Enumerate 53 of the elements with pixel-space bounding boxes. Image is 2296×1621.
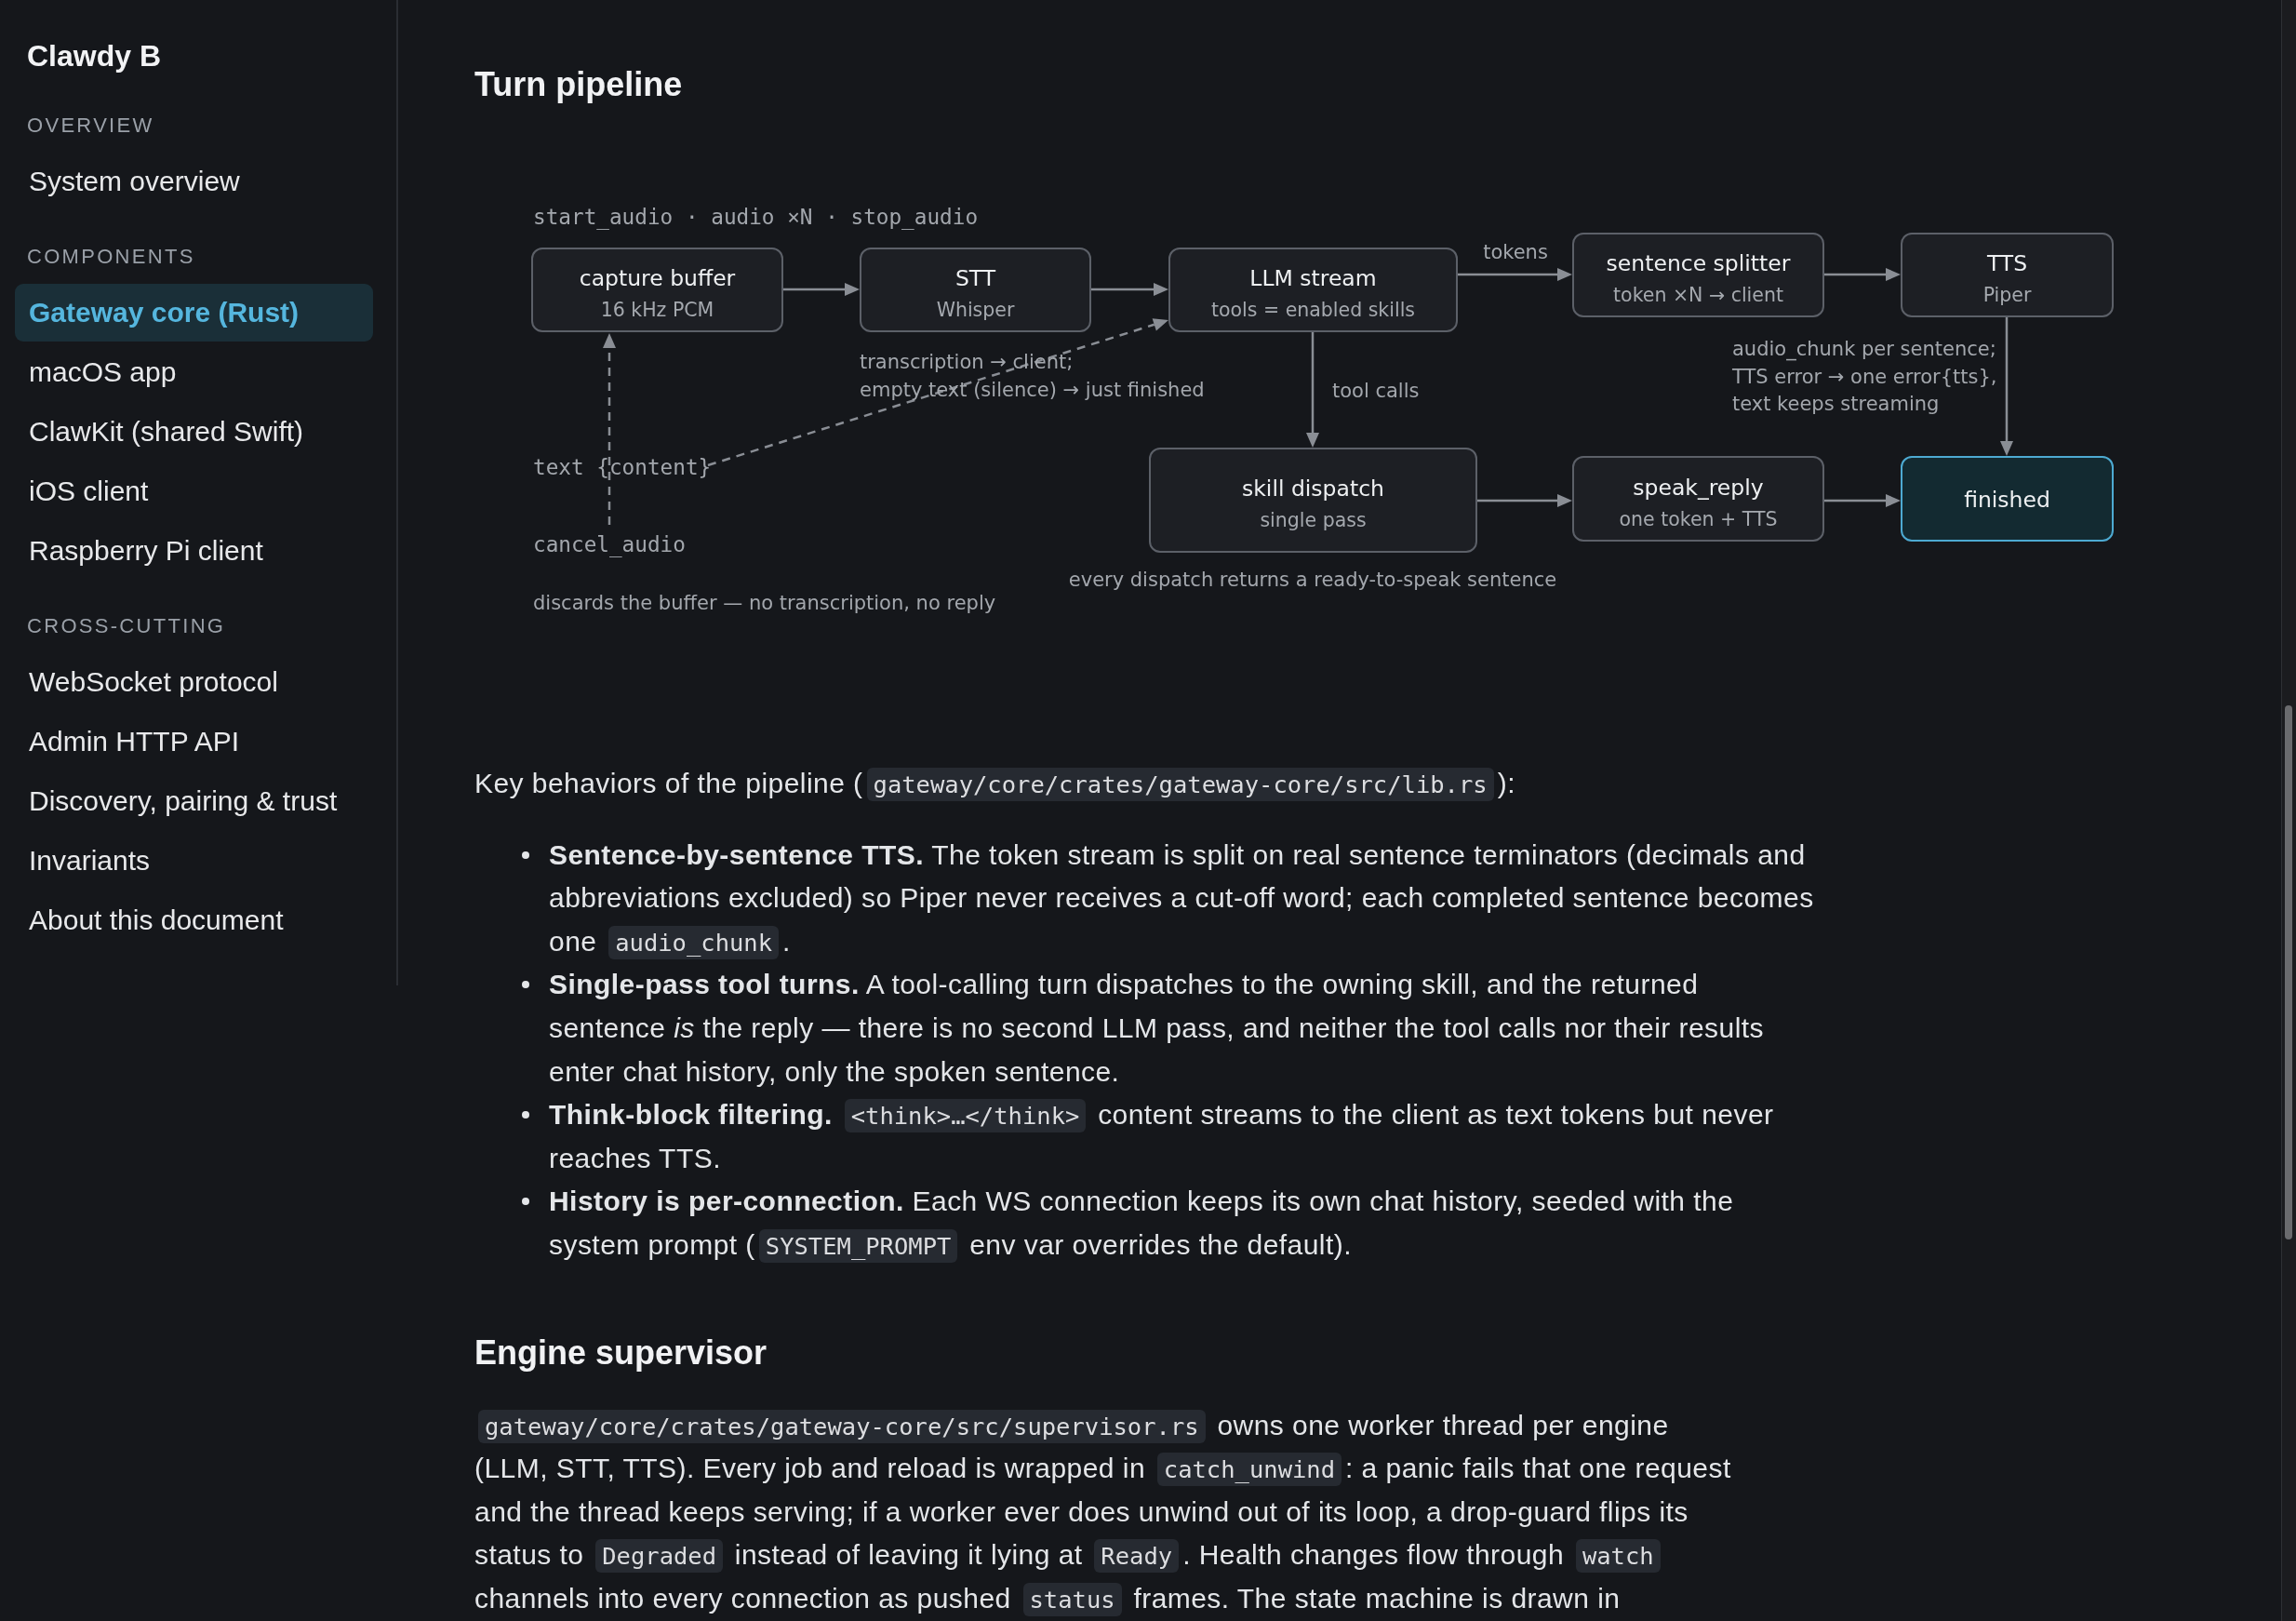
- diagram-caption: discards the buffer — no transcription, no reply: [533, 591, 996, 616]
- scrollbar-thumb[interactable]: [2285, 705, 2292, 1239]
- edge-label: tool calls: [1332, 379, 1420, 404]
- event-label: cancel_audio: [533, 531, 686, 557]
- site-title: Clawdy B: [26, 38, 163, 74]
- sidebar-link[interactable]: System overview: [15, 153, 373, 210]
- bullet-icon: [522, 1111, 529, 1119]
- sidebar-link[interactable]: WebSocket protocol: [15, 653, 373, 711]
- node-subtitle: tools = enabled skills: [1210, 298, 1415, 323]
- node-title: speak_reply: [1633, 473, 1764, 502]
- node-subtitle: one token + TTS: [1619, 506, 1778, 532]
- list-item-text: Think-block filtering. <think>…</think> content streams to the client as text tokens but never reaches TTS.: [549, 1098, 1775, 1175]
- paragraph: gateway/core/crates/gateway-core/src/supervisor.rs owns one worker thread per engine (LLM, STT, TTS). Every job and reload is wrapped in catch_unwind : a panic fails that one request and the thread keeps serving; if a worker ever does unwind out of its loop, a drop-guard flips its status to Degraded instead of leaving it lying at Ready . Health changes flow through watch channels into every connection as pushed status frames. The state machine is drawn in: [474, 1403, 1740, 1621]
- section-title: Engine supervisor: [474, 1332, 768, 1373]
- sidebar-link[interactable]: Gateway core (Rust): [15, 284, 373, 342]
- event-label: start_audio · audio ×N · stop_audio: [533, 204, 979, 230]
- node-subtitle: Whisper: [936, 298, 1015, 323]
- sidebar-link[interactable]: Raspberry Pi client: [15, 522, 373, 580]
- sidebar-link[interactable]: ClawKit (shared Swift): [15, 403, 373, 461]
- node-subtitle: token ×N → client: [1613, 283, 1783, 308]
- node-subtitle: 16 kHz PCM: [600, 298, 714, 323]
- node-subtitle: single pass: [1260, 508, 1367, 533]
- section-heading: COMPONENTS: [26, 244, 196, 270]
- paragraph: Key behaviors of the pipeline ( gateway/core/crates/gateway-core/src/lib.rs ):: [474, 762, 1740, 806]
- bullet-icon: [522, 1198, 529, 1206]
- edge-label: tokens: [1483, 240, 1548, 265]
- node-title: TTS: [1986, 249, 2028, 278]
- section-heading: CROSS-CUTTING: [26, 613, 227, 639]
- node-title: LLM stream: [1249, 264, 1377, 293]
- sidebar-link[interactable]: Discovery, pairing & trust: [15, 772, 373, 830]
- diagram-caption: audio_chunk per sentence; TTS error → one error{tts}, text keeps streaming: [1732, 337, 1997, 417]
- sidebar-link[interactable]: About this document: [15, 891, 373, 949]
- node-title: sentence splitter: [1606, 249, 1791, 278]
- scrollbar[interactable]: [2281, 0, 2296, 1621]
- list-item-text: Sentence-by-sentence TTS. The token stream is split on real sentence terminators (decimals and abbreviations excluded) so Piper never receives a cut-off word; each completed sentence becomes one audio_chunk .: [549, 833, 1819, 964]
- node-title: capture buffer: [579, 264, 736, 293]
- sidebar-link[interactable]: macOS app: [15, 343, 373, 401]
- diagram-caption: every dispatch returns a ready-to-speak sentence: [1068, 568, 1557, 593]
- list-item-text: Single-pass tool turns. A tool-calling turn dispatches to the owning skill, and the returned sentence is the reply — there is no second LLM pass, and neither the tool calls nor their results enter chat history, only the spoken sentence.: [549, 968, 1766, 1089]
- sidebar-link[interactable]: iOS client: [15, 462, 373, 520]
- node-title: finished: [1964, 485, 2050, 515]
- list-item-text: History is per-connection. Each WS connection keeps its own chat history, seeded with the system prompt ( SYSTEM_PROMPT env var overrides the default).: [549, 1180, 1819, 1267]
- node-subtitle: Piper: [1982, 283, 2032, 308]
- section-title: Turn pipeline: [474, 64, 684, 105]
- bullet-icon: [522, 851, 529, 859]
- sidebar-link[interactable]: Invariants: [15, 832, 373, 890]
- bullet-icon: [522, 981, 529, 989]
- sidebar-link[interactable]: Admin HTTP API: [15, 713, 373, 770]
- diagram-caption: transcription → client; empty text (silence) → just finished: [860, 350, 1205, 403]
- node-title: STT: [954, 264, 996, 293]
- node-title: skill dispatch: [1242, 475, 1384, 503]
- section-heading: OVERVIEW: [26, 113, 155, 139]
- event-label: text {content}: [533, 454, 712, 480]
